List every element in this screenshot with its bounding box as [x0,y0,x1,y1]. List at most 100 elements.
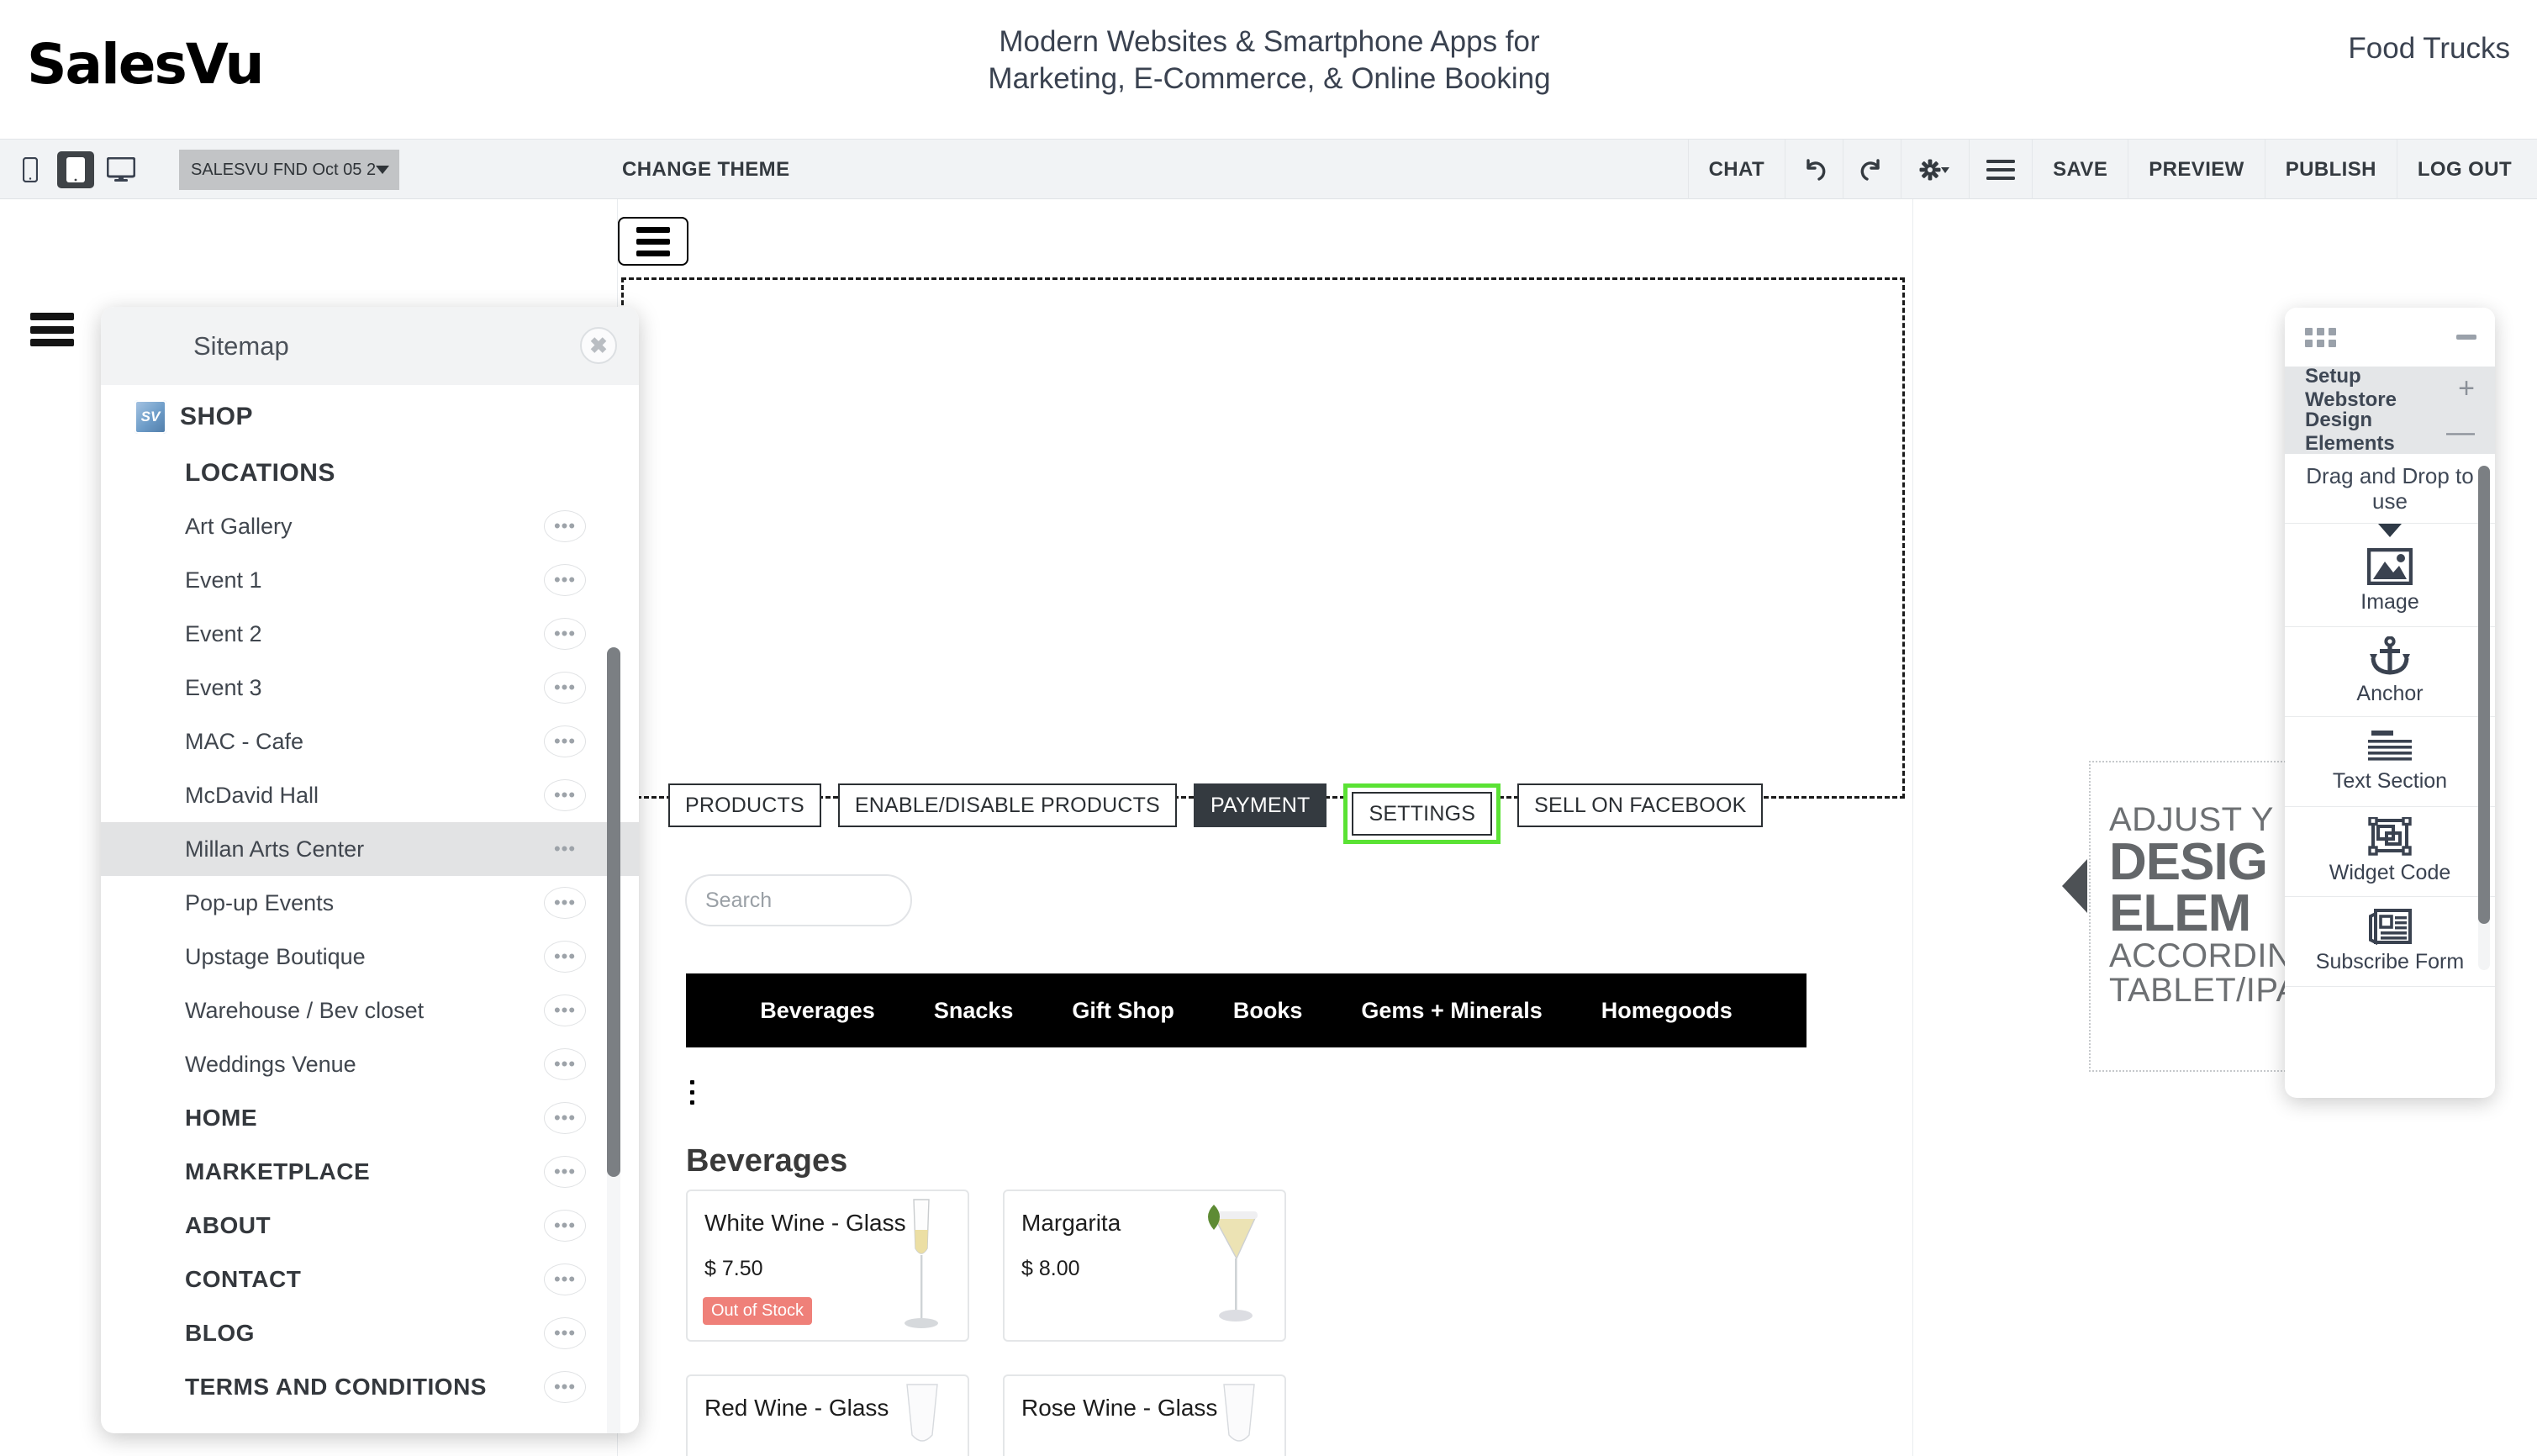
product-card-rose-wine[interactable]: Rose Wine - Glass [1003,1374,1286,1456]
row-options-icon[interactable]: ••• [544,1263,586,1295]
row-options-icon[interactable]: ••• [544,779,586,811]
row-options-icon[interactable]: ••• [544,618,586,650]
search-input[interactable] [705,888,976,913]
product-card-margarita[interactable]: Margarita $ 8.00 [1003,1190,1286,1342]
minimize-icon[interactable] [2456,335,2476,340]
scroll-up-caret-icon[interactable] [2378,523,2402,537]
category-beverages[interactable]: Beverages [731,998,905,1024]
tab-sell-on-facebook[interactable]: SELL ON FACEBOOK [1517,783,1764,827]
category-gems-minerals[interactable]: Gems + Minerals [1332,998,1571,1024]
drag-grip-icon[interactable] [2305,327,2336,347]
logout-button[interactable]: LOG OUT [2396,140,2537,200]
save-button[interactable]: SAVE [2032,140,2128,200]
webstore-search[interactable] [685,874,976,926]
tagline-line-2: Marketing, E-Commerce, & Online Booking [988,61,1551,95]
row-options-icon[interactable]: ••• [544,564,586,596]
sitemap-item-warehouse-bev-closet[interactable]: Warehouse / Bev closet ••• [101,984,639,1037]
change-theme-button[interactable]: CHANGE THEME [622,140,789,200]
row-options-icon[interactable]: ••• [544,1317,586,1349]
sitemap-item-contact[interactable]: CONTACT ••• [101,1253,639,1306]
design-element-subscribe-form[interactable]: Subscribe Form [2285,897,2495,987]
sitemap-item-terms-and-conditions[interactable]: TERMS AND CONDITIONS ••• [101,1360,639,1414]
hamburger-menu-button[interactable] [1969,140,2032,200]
salesvu-logo[interactable]: SalesVu [27,32,264,97]
sitemap-item-home[interactable]: HOME ••• [101,1091,639,1145]
tab-products[interactable]: PRODUCTS [668,783,821,827]
product-card-white-wine[interactable]: White Wine - Glass $ 7.50 Out of Stock [686,1190,969,1342]
tab-settings[interactable]: SETTINGS [1352,792,1493,836]
product-card-red-wine[interactable]: Red Wine - Glass [686,1374,969,1456]
sitemap-item-event-3[interactable]: Event 3 ••• [101,661,639,715]
design-panel-scrollbar[interactable] [2478,466,2490,970]
row-options-icon[interactable]: ••• [544,510,586,542]
sitemap-item-pop-up-events[interactable]: Pop-up Events ••• [101,876,639,930]
design-panel-scrollbar-thumb[interactable] [2478,466,2490,924]
sitemap-item-weddings-venue[interactable]: Weddings Venue ••• [101,1037,639,1091]
category-homegoods[interactable]: Homegoods [1572,998,1762,1024]
row-options-icon[interactable]: ••• [544,941,586,973]
row-options-icon[interactable]: ••• [544,1048,586,1080]
chat-button[interactable]: CHAT [1687,140,1785,200]
sitemap-scrollbar-thumb[interactable] [607,647,620,1177]
sitemap-item-blog[interactable]: BLOG ••• [101,1306,639,1360]
sitemap-item-mac-cafe[interactable]: MAC - Cafe ••• [101,715,639,768]
row-options-icon[interactable]: ••• [544,833,586,865]
sitemap-item-marketplace[interactable]: MARKETPLACE ••• [101,1145,639,1199]
sitemap-item-event-2[interactable]: Event 2 ••• [101,607,639,661]
canvas-menu-button[interactable] [618,217,688,266]
row-options-icon[interactable]: ••• [544,725,586,757]
sitemap-item-millan-arts-center[interactable]: Millan Arts Center ••• [101,822,639,876]
device-tablet-button[interactable] [57,151,94,188]
text-section-icon [2368,731,2412,761]
row-options-icon[interactable]: ••• [544,1156,586,1188]
minus-icon: — [2446,416,2475,448]
selected-section-outline[interactable] [621,277,1905,799]
design-element-text-section[interactable]: Text Section [2285,717,2495,807]
category-snacks[interactable]: Snacks [905,998,1043,1024]
section-design-elements[interactable]: Design Elements — [2285,409,2495,455]
product-price: $ 7.50 [704,1257,763,1280]
tab-enable-disable-products[interactable]: ENABLE/DISABLE PRODUCTS [837,783,1177,827]
settings-gear-button[interactable] [1901,140,1969,200]
redo-button[interactable] [1843,140,1901,200]
product-section-title: Beverages [686,1143,848,1179]
drag-drop-hint: Drag and Drop to use [2285,454,2495,524]
sitemap-scrollbar[interactable] [607,647,620,1433]
sitemap-shop-root[interactable]: SV SHOP [101,385,639,444]
sitemap-item-art-gallery[interactable]: Art Gallery ••• [101,499,639,553]
row-options-icon[interactable]: ••• [544,1102,586,1134]
collapse-left-arrow-icon[interactable] [2062,859,2087,913]
sitemap-item-about[interactable]: ABOUT ••• [101,1199,639,1253]
rose-wine-glass-icon [1223,1384,1255,1442]
close-icon[interactable]: ✖ [580,327,617,364]
design-element-image[interactable]: Image [2285,537,2495,627]
undo-button[interactable] [1785,140,1843,200]
row-options-icon[interactable]: ••• [544,994,586,1026]
row-options-icon[interactable]: ••• [544,1371,586,1403]
design-element-anchor[interactable]: Anchor [2285,627,2495,717]
device-phone-button[interactable] [12,151,49,188]
row-options-icon[interactable]: ••• [544,672,586,704]
sitemap-item-event-1[interactable]: Event 1 ••• [101,553,639,607]
row-options-icon[interactable]: ••• [544,1210,586,1242]
section-setup-webstore[interactable]: Setup Webstore + [2285,365,2495,411]
category-books[interactable]: Books [1204,998,1332,1024]
sitemap-item-upstage-boutique[interactable]: Upstage Boutique ••• [101,930,639,984]
category-gift-shop[interactable]: Gift Shop [1042,998,1203,1024]
row-options-icon[interactable]: ••• [544,887,586,919]
sitemap-item-mcdavid-hall[interactable]: McDavid Hall ••• [101,768,639,822]
list-view-toggle-icon[interactable] [688,1079,723,1107]
sitemap-toggle-icon[interactable] [30,313,74,346]
tab-payment[interactable]: PAYMENT [1193,783,1327,827]
sitemap-item-label: Warehouse / Bev closet [185,997,425,1023]
preview-button[interactable]: PREVIEW [2128,140,2264,200]
device-desktop-button[interactable] [103,151,140,188]
design-element-widget-code[interactable]: Widget Code [2285,807,2495,897]
top-header: SalesVu Modern Websites & Smartphone App… [0,0,2537,139]
product-name: White Wine - Glass [704,1210,906,1236]
project-select[interactable]: SALESVU FND Oct 05 2022 11... [179,150,399,190]
sitemap-item-label: ABOUT [185,1212,272,1238]
publish-button[interactable]: PUBLISH [2264,140,2397,200]
account-name[interactable]: Food Trucks [2348,32,2510,66]
sitemap-item-label: Event 2 [185,620,262,646]
